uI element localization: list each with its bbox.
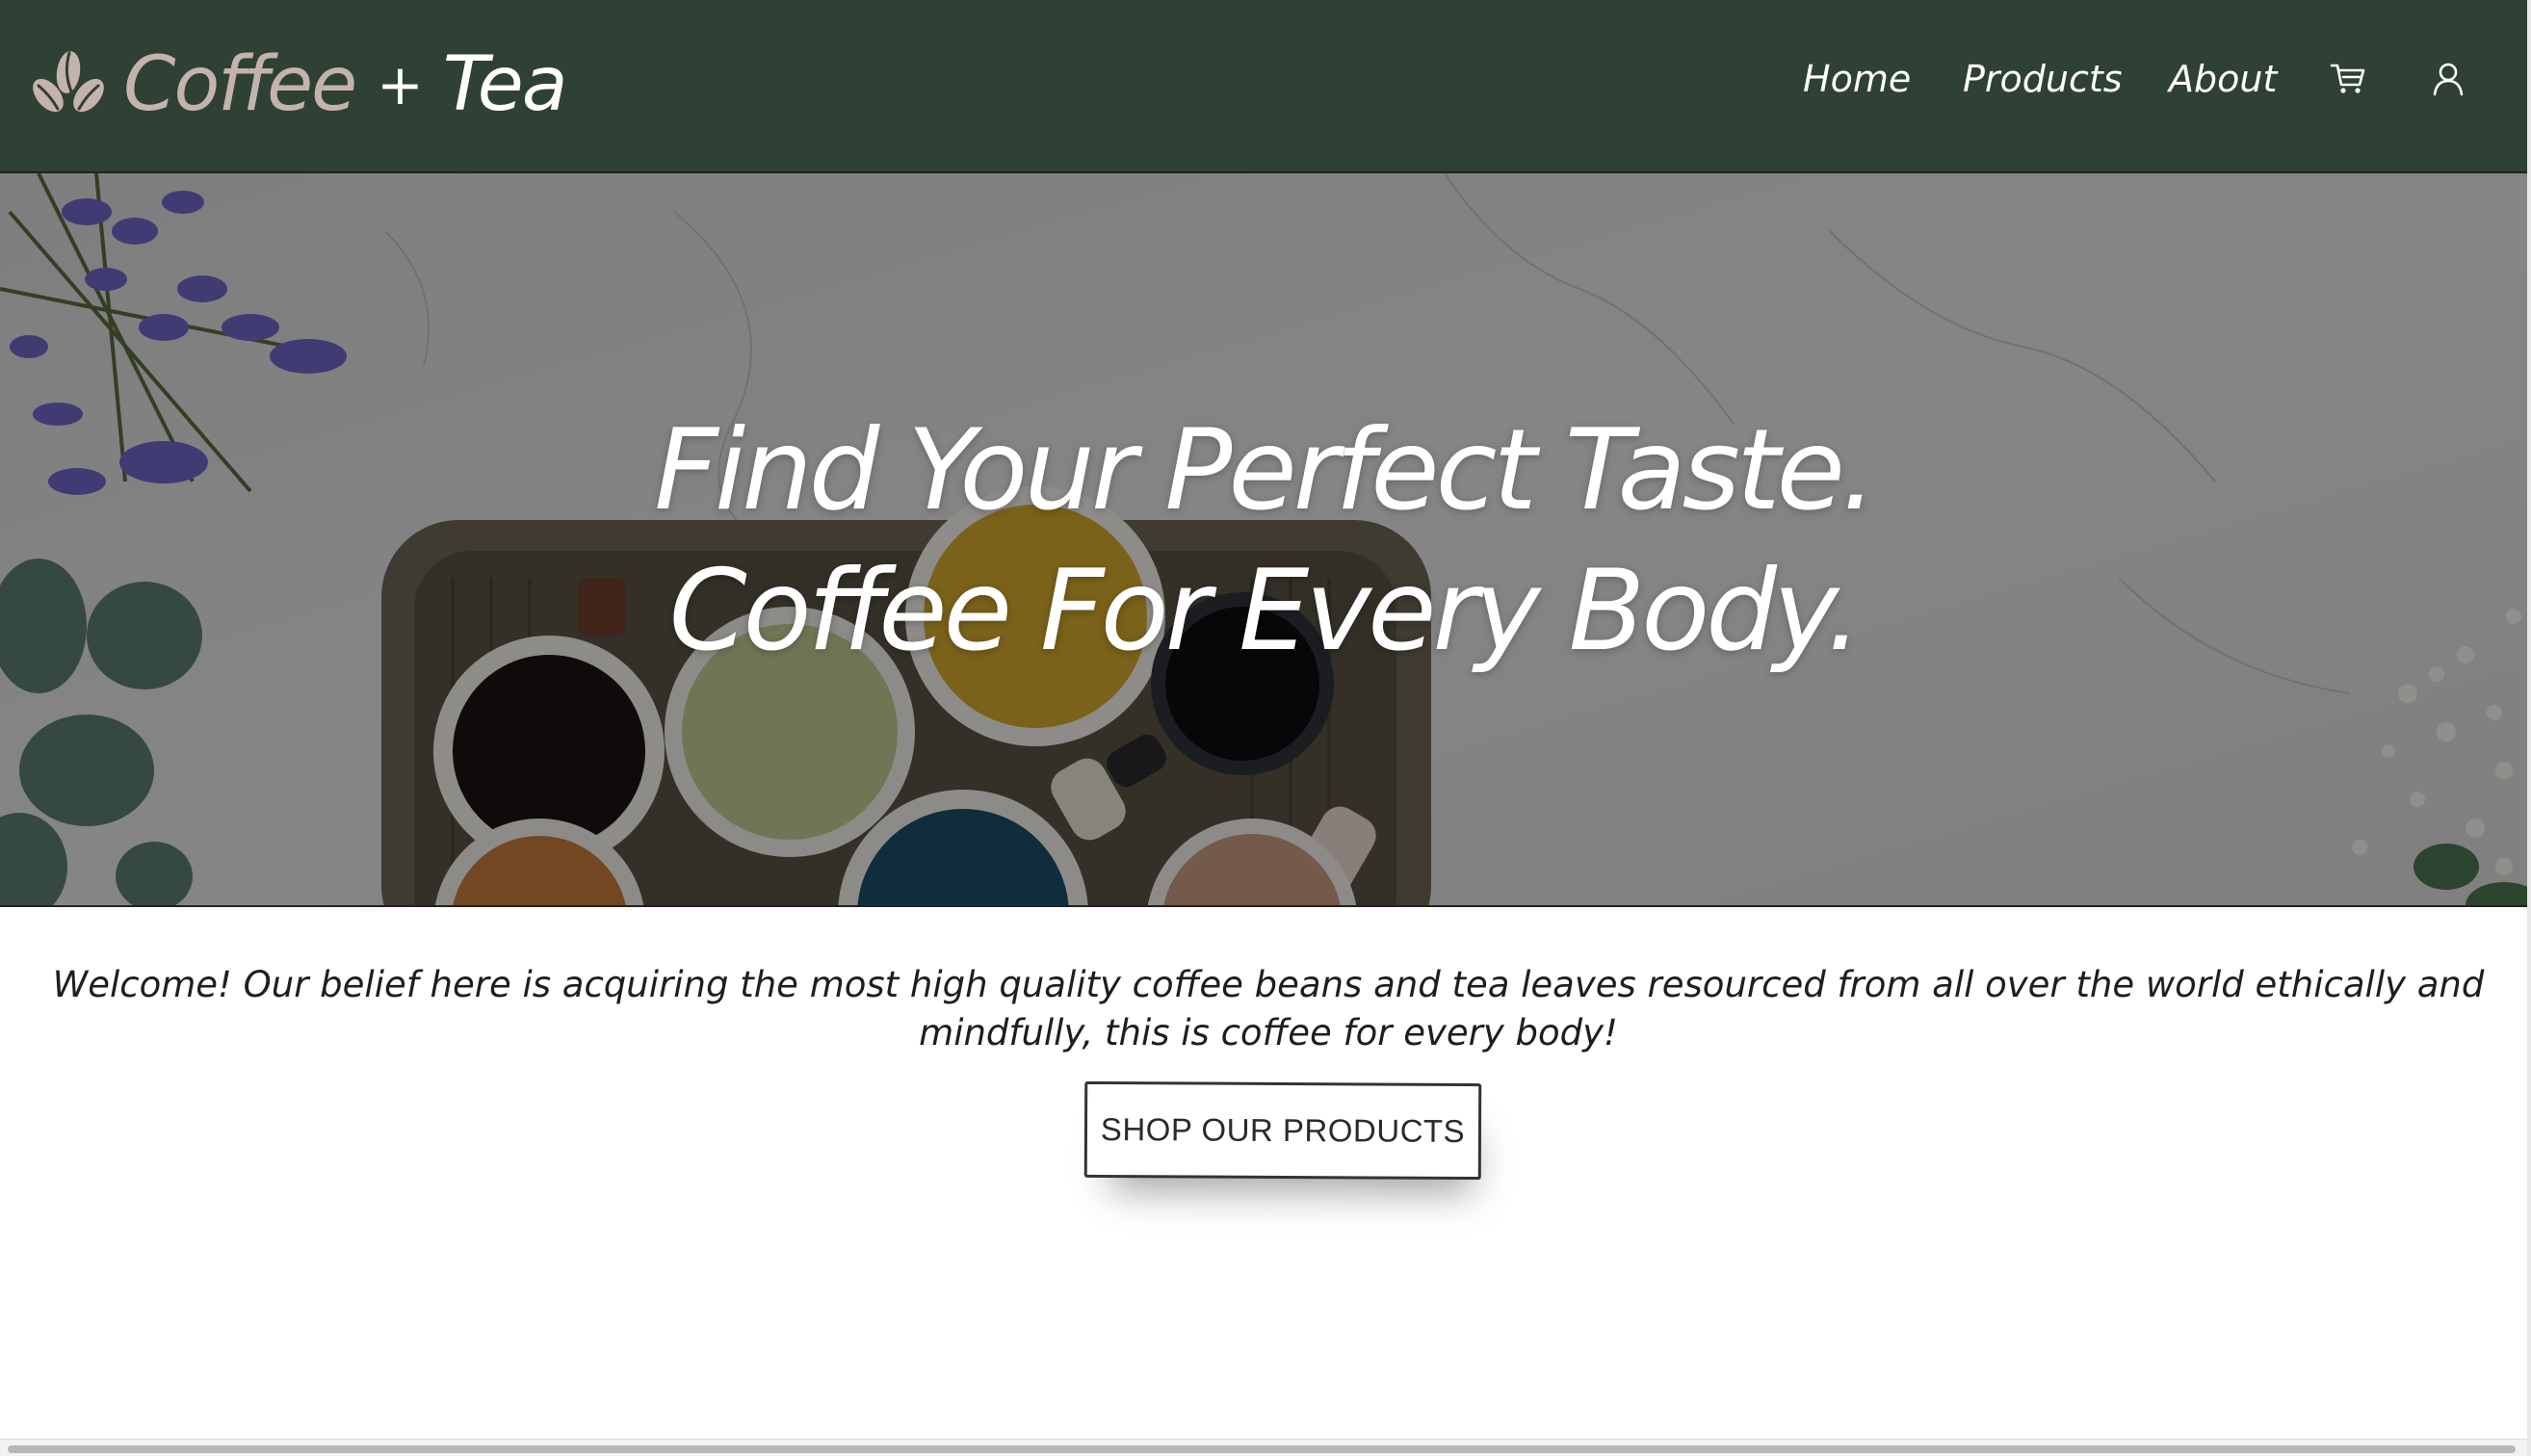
shop-products-button[interactable]: SHOP OUR PRODUCTS [1083,1080,1482,1181]
brand-word-coffee: Coffee [123,41,357,128]
cart-icon[interactable] [2329,60,2367,98]
navbar: Coffee + Tea Home Products About [0,0,2527,173]
hero-headline-line-2: Coffee For Every Body. [668,546,1863,676]
nav-products-link[interactable]: Products [1963,58,2123,100]
brand-plus: + [377,52,424,117]
horizontal-scrollbar-thumb[interactable] [8,1445,2516,1453]
welcome-text: Welcome! Our belief here is acquiring th… [52,964,2485,1053]
user-icon[interactable] [2429,60,2467,98]
hero-headline: Find Your Perfect Taste. Coffee For Ever… [0,401,2527,682]
brand-word-tea: Tea [442,41,568,128]
nav-about-link[interactable]: About [2169,58,2277,100]
nav-home-link[interactable]: Home [1803,58,1911,100]
hero-headline-line-1: Find Your Perfect Taste. [654,405,1876,535]
window-right-edge [2527,0,2531,1456]
brand-logo[interactable]: Coffee + Tea [33,37,568,133]
coffee-bean-leaf-icon [33,51,104,113]
hero-banner: Find Your Perfect Taste. Coffee For Ever… [0,173,2527,907]
horizontal-scrollbar[interactable] [0,1439,2527,1456]
